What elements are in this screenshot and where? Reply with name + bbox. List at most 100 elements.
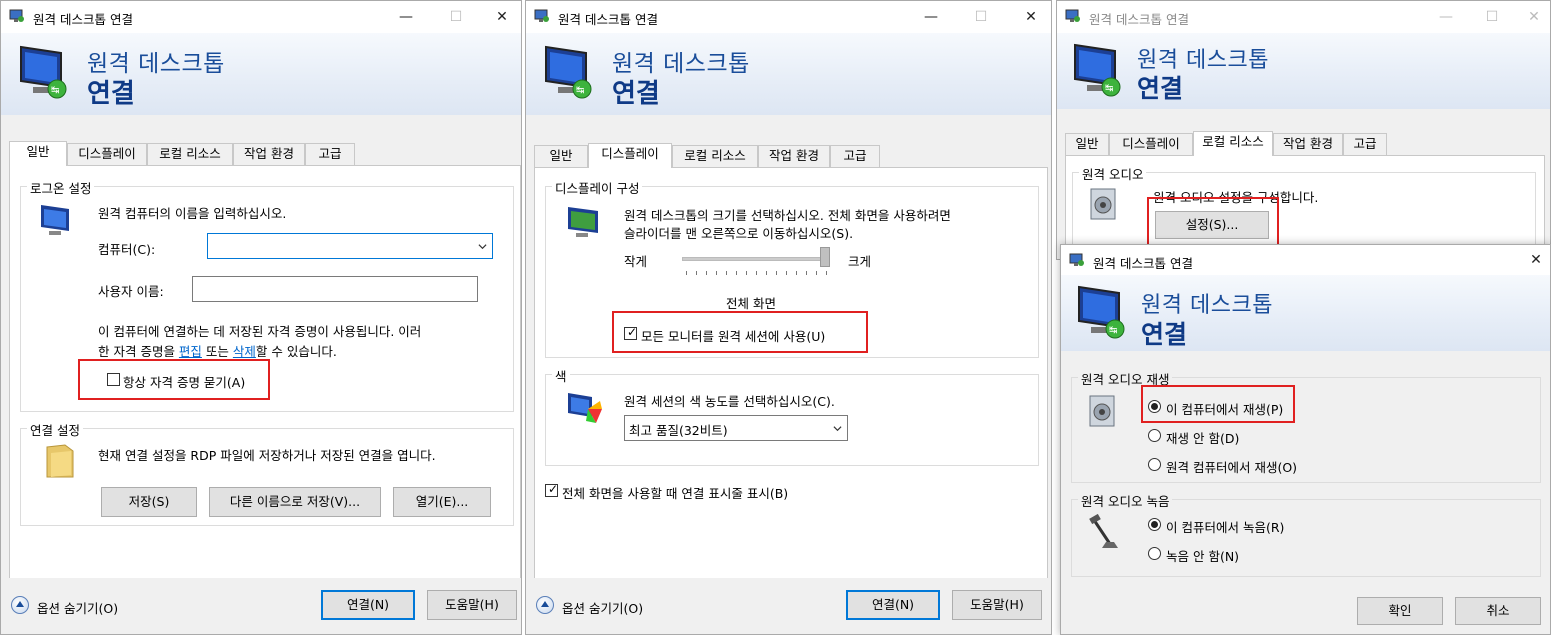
minimize-button[interactable]: — — [1423, 1, 1469, 33]
rdc-app-icon — [1065, 9, 1080, 22]
connect-button[interactable]: 연결(N) — [846, 590, 940, 620]
help-button[interactable]: 도움말(H) — [952, 590, 1042, 620]
svg-text:↹: ↹ — [1105, 83, 1113, 94]
connection-bar-label[interactable]: 전체 화면을 사용할 때 연결 표시줄 표시(B) — [562, 483, 788, 502]
resolution-slider-track[interactable] — [682, 257, 830, 261]
connection-description: 현재 연결 설정을 RDP 파일에 저장하거나 저장된 연결을 엽니다. — [98, 448, 436, 463]
tab-general[interactable]: 일반 — [9, 141, 67, 166]
slider-max-label: 크게 — [848, 254, 872, 269]
window-title: 원격 데스크톱 연결 — [558, 12, 658, 27]
cancel-button[interactable]: 취소 — [1455, 597, 1541, 625]
highlight-box — [78, 359, 270, 400]
banner: ↹ 원격 데스크톱 연결 — [1057, 33, 1550, 109]
save-button[interactable]: 저장(S) — [101, 487, 197, 517]
hide-options-icon[interactable] — [536, 596, 554, 614]
minimize-button[interactable]: — — [383, 1, 429, 33]
color-group: 색 원격 세션의 색 농도를 선택하십시오(C). 최고 품질(32비트) — [545, 366, 1039, 466]
hide-options-link[interactable]: 옵션 숨기기(O) — [37, 598, 118, 617]
highlight-box — [1141, 385, 1295, 423]
window-title: 원격 데스크톱 연결 — [1089, 12, 1189, 27]
playback-remote-radio[interactable] — [1148, 458, 1161, 471]
check-icon: ✓ — [548, 482, 559, 496]
window-title: 원격 데스크톱 연결 — [1093, 256, 1193, 271]
record-local-label[interactable]: 이 컴퓨터에서 녹음(R) — [1166, 517, 1284, 536]
edit-link[interactable]: 편집 — [179, 344, 202, 359]
tab-local-resources[interactable]: 로컬 리소스 — [147, 143, 233, 165]
audio-settings-dialog: 원격 데스크톱 연결 ✕ ↹ 원격 데스크톱 연결 원격 오디오 재생 이 컴퓨… — [1060, 244, 1551, 635]
speaker-icon — [1089, 395, 1115, 427]
monitor-icon: ↹ — [20, 45, 67, 99]
banner: ↹ 원격 데스크톱 연결 — [526, 33, 1051, 115]
record-none-label[interactable]: 녹음 안 함(N) — [1166, 546, 1239, 565]
connection-bar-checkbox[interactable]: ✓ — [545, 482, 559, 497]
group-label: 연결 설정 — [27, 420, 83, 439]
hide-options-icon[interactable] — [11, 596, 29, 614]
group-label: 색 — [552, 366, 570, 385]
title-bar: 원격 데스크톱 연결 ✕ — [1061, 245, 1550, 275]
tab-local-resources[interactable]: 로컬 리소스 — [672, 145, 758, 167]
tab-display[interactable]: 디스플레이 — [588, 143, 672, 168]
highlight-box — [1147, 197, 1279, 247]
display-description-line1: 원격 데스크톱의 크기를 선택하십시오. 전체 화면을 사용하려면 — [624, 208, 951, 223]
display-icon — [568, 207, 598, 237]
minimize-button[interactable]: — — [908, 1, 954, 33]
tab-display[interactable]: 디스플레이 — [67, 143, 147, 165]
close-button[interactable]: ✕ — [1511, 1, 1550, 33]
banner: ↹ 원격 데스크톱 연결 — [1061, 275, 1550, 351]
resolution-slider-thumb[interactable] — [820, 247, 830, 267]
monitor-icon: ↹ — [1074, 43, 1121, 97]
svg-text:↹: ↹ — [51, 85, 59, 96]
tab-general[interactable]: 일반 — [1065, 133, 1109, 155]
banner-title-line2: 연결 — [612, 79, 660, 109]
computer-icon — [41, 205, 69, 235]
connect-button[interactable]: 연결(N) — [321, 590, 415, 620]
logon-description: 원격 컴퓨터의 이름을 입력하십시오. — [98, 206, 287, 221]
tab-strip: 일반 디스플레이 로컬 리소스 작업 환경 고급 — [1065, 131, 1545, 156]
close-button[interactable]: ✕ — [1513, 245, 1550, 275]
banner-title-line2: 연결 — [1141, 320, 1188, 349]
group-label: 로그온 설정 — [27, 178, 95, 197]
playback-none-label[interactable]: 재생 안 함(D) — [1166, 428, 1239, 447]
tab-display[interactable]: 디스플레이 — [1109, 133, 1193, 155]
close-button[interactable]: ✕ — [1008, 1, 1051, 33]
tab-advanced[interactable]: 고급 — [305, 143, 355, 165]
username-input[interactable] — [192, 276, 478, 302]
maximize-button: ☐ — [974, 9, 988, 25]
chevron-down-icon — [478, 244, 487, 250]
connection-settings-group: 연결 설정 현재 연결 설정을 RDP 파일에 저장하거나 저장된 연결을 엽니… — [20, 420, 514, 526]
record-local-radio[interactable] — [1148, 518, 1161, 531]
display-description-line2: 슬라이더를 맨 오른쪽으로 이동하십시오(S). — [624, 226, 854, 241]
microphone-icon — [1089, 514, 1118, 548]
color-depth-value: 최고 품질(32비트) — [629, 423, 728, 438]
highlight-box — [612, 311, 868, 353]
group-label: 원격 오디오 녹음 — [1078, 491, 1173, 510]
playback-none-radio[interactable] — [1148, 429, 1161, 442]
delete-link[interactable]: 삭제 — [233, 344, 256, 359]
help-button[interactable]: 도움말(H) — [427, 590, 517, 620]
color-depth-select[interactable]: 최고 품질(32비트) — [624, 415, 848, 441]
tab-advanced[interactable]: 고급 — [830, 145, 880, 167]
computer-label: 컴퓨터(C): — [98, 242, 156, 257]
credential-note-line2: 한 자격 증명을 편집 또는 삭제할 수 있습니다. — [98, 344, 337, 359]
monitor-icon: ↹ — [545, 45, 592, 99]
save-as-button[interactable]: 다른 이름으로 저장(V)... — [209, 487, 381, 517]
open-button[interactable]: 열기(E)... — [393, 487, 491, 517]
speaker-icon — [1090, 188, 1116, 220]
folder-icon — [46, 444, 74, 478]
playback-remote-label[interactable]: 원격 컴퓨터에서 재생(O) — [1166, 457, 1297, 476]
tab-local-resources[interactable]: 로컬 리소스 — [1193, 131, 1273, 156]
tab-experience[interactable]: 작업 환경 — [233, 143, 305, 165]
computer-combobox[interactable] — [207, 233, 493, 259]
tab-experience[interactable]: 작업 환경 — [758, 145, 830, 167]
close-button[interactable]: ✕ — [479, 1, 521, 33]
hide-options-link[interactable]: 옵션 숨기기(O) — [562, 598, 643, 617]
rdc-window-local-resources: 원격 데스크톱 연결 — ☐ ✕ ↹ 원격 데스크톱 연결 일반 디스플레이 로… — [1056, 0, 1551, 260]
tab-general[interactable]: 일반 — [534, 145, 588, 167]
tab-panel: 로그온 설정 원격 컴퓨터의 이름을 입력하십시오. 컴퓨터(C): 사용자 이… — [9, 165, 521, 581]
tab-advanced[interactable]: 고급 — [1343, 133, 1387, 155]
record-none-radio[interactable] — [1148, 547, 1161, 560]
ok-button[interactable]: 확인 — [1357, 597, 1443, 625]
banner: ↹ 원격 데스크톱 연결 — [1, 33, 521, 115]
tab-experience[interactable]: 작업 환경 — [1273, 133, 1343, 155]
rdc-window-display: 원격 데스크톱 연결 — ☐ ✕ ↹ 원격 데스크톱 연결 일반 디스플레이 로… — [525, 0, 1052, 635]
